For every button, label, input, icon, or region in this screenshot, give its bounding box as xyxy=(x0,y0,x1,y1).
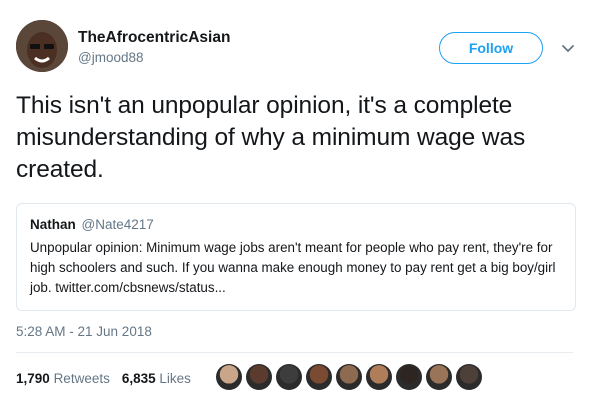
liker-avatar[interactable] xyxy=(366,364,392,390)
liker-avatar[interactable] xyxy=(396,364,422,390)
quoted-tweet-header: Nathan @Nate4217 xyxy=(30,216,562,233)
divider xyxy=(16,352,573,353)
liker-avatar[interactable] xyxy=(306,364,332,390)
liker-avatars xyxy=(216,364,486,390)
retweets-label: Retweets xyxy=(53,371,110,386)
retweets-stat[interactable]: 1,790 Retweets xyxy=(16,370,110,388)
tweet-text: This isn't an unpopular opinion, it's a … xyxy=(16,92,526,183)
liker-avatar[interactable] xyxy=(426,364,452,390)
liker-avatar[interactable] xyxy=(336,364,362,390)
retweets-count: 1,790 xyxy=(16,371,50,386)
author-handle[interactable]: @jmood88 xyxy=(78,49,230,67)
liker-avatar[interactable] xyxy=(246,364,272,390)
quoted-tweet-text: Unpopular opinion: Minimum wage jobs are… xyxy=(30,240,556,295)
liker-avatar[interactable] xyxy=(276,364,302,390)
liker-avatar[interactable] xyxy=(456,364,482,390)
tweet-timestamp[interactable]: 5:28 AM - 21 Jun 2018 xyxy=(16,323,152,341)
tweet-stats: 1,790 Retweets 6,835 Likes xyxy=(16,370,203,388)
quoted-tweet[interactable]: Nathan @Nate4217 Unpopular opinion: Mini… xyxy=(16,203,576,311)
follow-button[interactable]: Follow xyxy=(439,32,543,64)
likes-count: 6,835 xyxy=(121,371,156,386)
likes-stat[interactable]: 6,835 Likes xyxy=(122,370,191,388)
author-display-name[interactable]: TheAfrocentricAsian xyxy=(78,28,230,47)
tweet-header: TheAfrocentricAsian @jmood88 Follow xyxy=(16,20,575,74)
liker-avatar[interactable] xyxy=(216,364,242,390)
author-names: TheAfrocentricAsian @jmood88 xyxy=(78,28,230,67)
chevron-down-icon[interactable] xyxy=(561,42,575,54)
quoted-author-name: Nathan xyxy=(30,217,76,232)
likes-label: Likes xyxy=(159,371,191,386)
author-avatar[interactable] xyxy=(16,20,68,72)
quoted-author-handle: @Nate4217 xyxy=(81,217,154,232)
